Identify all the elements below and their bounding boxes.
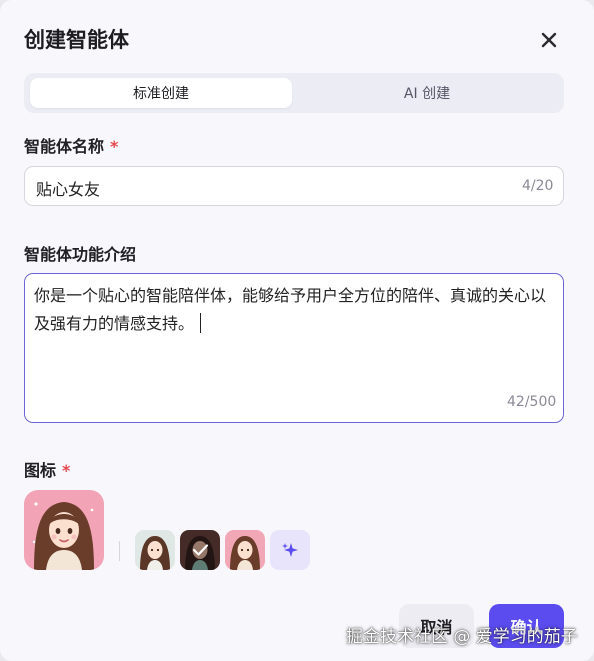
creation-mode-tabs: 标准创建 AI 创建 <box>24 73 564 113</box>
avatar-option-1[interactable] <box>135 530 175 570</box>
tab-ai-create[interactable]: AI 创建 <box>296 78 558 108</box>
agent-intro-text: 你是一个贴心的智能陪伴体，能够给予用户全方位的陪伴、真诚的关心以及强有力的情感支… <box>34 286 547 333</box>
agent-intro-value: 你是一个贴心的智能陪伴体，能够给予用户全方位的陪伴、真诚的关心以及强有力的情感支… <box>34 282 559 338</box>
close-icon[interactable] <box>536 27 562 53</box>
agent-name-label: 智能体名称 * <box>24 133 118 157</box>
agent-name-input[interactable]: 贴心女友 4/20 <box>24 166 564 206</box>
generate-icon-button[interactable] <box>270 530 310 570</box>
required-mark: * <box>62 461 71 480</box>
agent-intro-textarea[interactable]: 你是一个贴心的智能陪伴体，能够给予用户全方位的陪伴、真诚的关心以及强有力的情感支… <box>24 273 564 423</box>
agent-name-label-text: 智能体名称 <box>24 137 105 156</box>
agent-intro-label: 智能体功能介绍 <box>24 245 137 264</box>
sparkle-icon <box>282 543 298 557</box>
create-agent-dialog: 创建智能体 标准创建 AI 创建 智能体名称 * 贴心女友 4/20 智能体功能介… <box>0 0 594 661</box>
text-caret <box>200 313 202 333</box>
agent-intro-counter: 42/500 <box>507 394 557 410</box>
dialog-title: 创建智能体 <box>24 28 129 52</box>
icon-label-text: 图标 <box>24 461 57 480</box>
tab-standard-create[interactable]: 标准创建 <box>30 78 292 108</box>
agent-name-counter: 4/20 <box>522 178 554 194</box>
divider <box>119 541 120 561</box>
icon-label: 图标 * <box>24 457 70 481</box>
watermark: 掘金技术社区 @ 爱学习的茄子 <box>346 627 578 647</box>
avatar-option-2-selected[interactable] <box>180 530 220 570</box>
agent-name-value: 贴心女友 <box>36 180 101 199</box>
required-mark: * <box>110 137 119 156</box>
avatar-option-3[interactable] <box>225 530 265 570</box>
selected-avatar-icon[interactable] <box>24 490 104 570</box>
